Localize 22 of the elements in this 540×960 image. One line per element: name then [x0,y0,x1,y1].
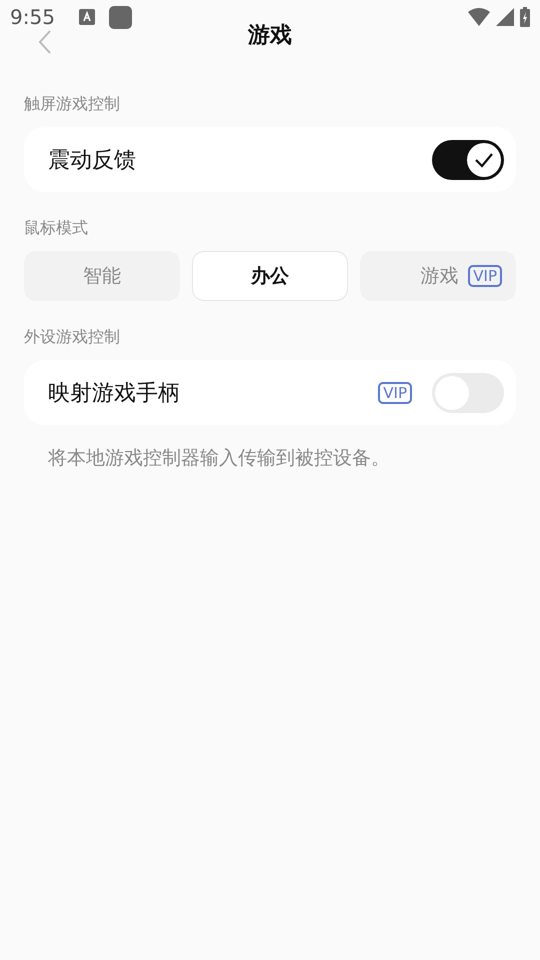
section-label: 鼠标模式 [23,218,89,239]
vip-badge: VIP [468,265,502,287]
status-time: 9:55 [10,5,55,29]
back-icon[interactable] [38,30,52,54]
description-text: 将本地游戏控制器输入传输到被控设备。 [47,446,391,471]
wifi-icon [468,8,490,26]
signal-icon [496,8,514,26]
section-label: 触屏游戏控制 [23,94,121,115]
vip-badge: VIP [378,382,412,404]
tab-label: 游戏 [420,264,458,289]
mode-tab[interactable]: 智能 [24,251,180,301]
check-icon [474,152,494,168]
mode-tab[interactable]: 游戏 VIP [360,251,516,301]
setting-label: 震动反馈 [48,146,136,174]
page-title: 游戏 [248,22,292,50]
toggle-switch[interactable] [432,140,504,180]
app-icon [108,6,132,28]
keyboard-icon [78,9,95,25]
battery-icon [520,7,530,27]
mode-tab[interactable]: 办公 [192,251,348,301]
setting-label: 映射游戏手柄 [48,380,180,408]
section-label: 外设游戏控制 [23,327,121,348]
